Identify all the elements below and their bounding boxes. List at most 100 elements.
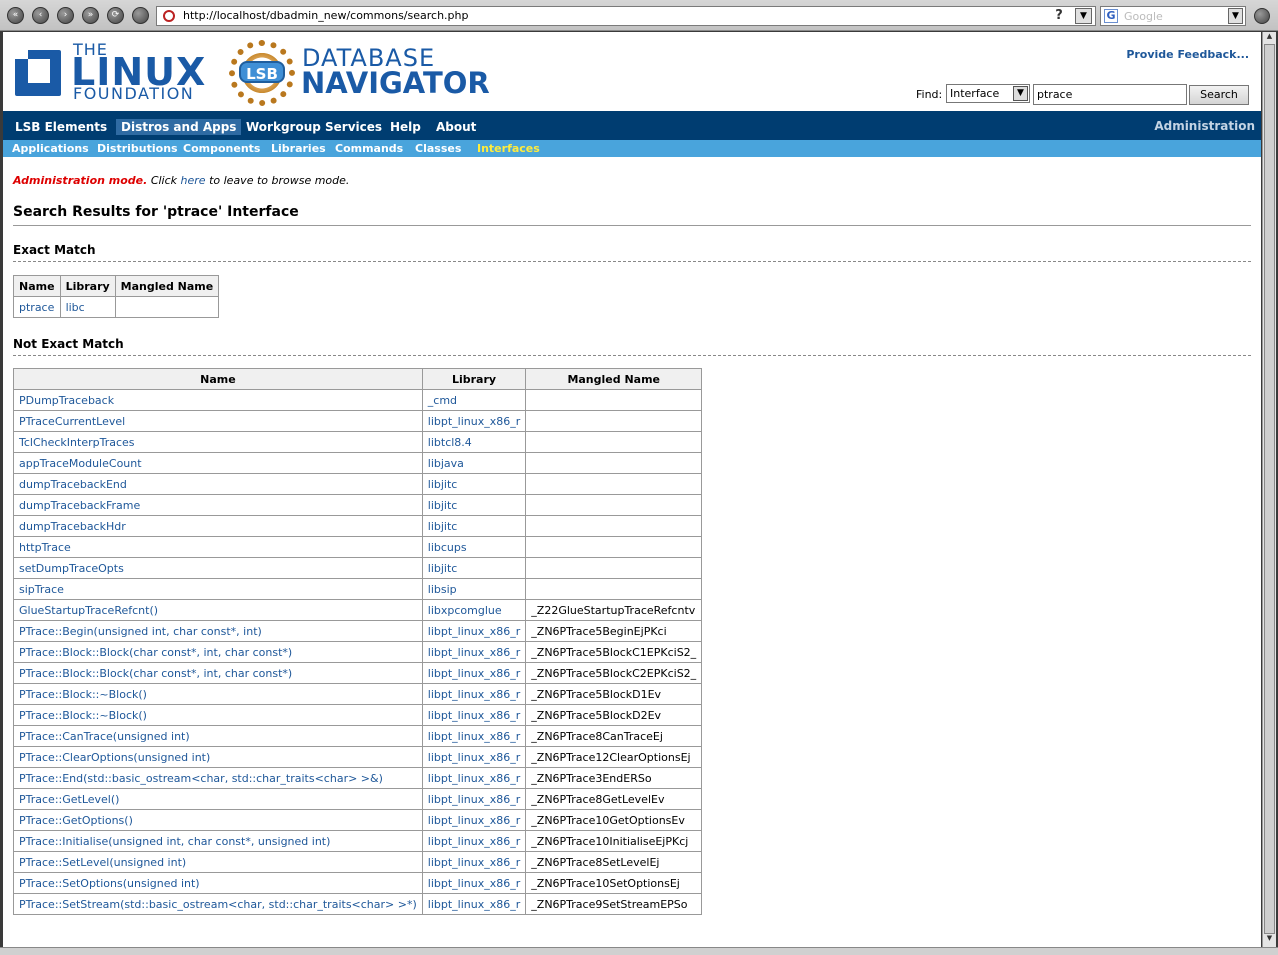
interface-link[interactable]: httpTrace	[19, 541, 71, 554]
library-link[interactable]: libc	[66, 301, 85, 314]
table-row: httpTrace libcups	[13, 536, 703, 558]
scroll-up-icon[interactable]: ▲	[1264, 32, 1275, 43]
interface-link[interactable]: PTrace::SetLevel(unsigned int)	[19, 856, 186, 869]
chevron-down-icon: ▼	[1013, 86, 1028, 101]
vertical-scrollbar[interactable]: ▲ ▼	[1262, 32, 1276, 947]
library-link[interactable]: libjitc	[428, 520, 458, 533]
forward-icon[interactable]: ›	[57, 7, 74, 24]
interface-link[interactable]: sipTrace	[19, 583, 64, 596]
back-single-icon[interactable]: ‹	[32, 7, 49, 24]
menu-help[interactable]: Help	[385, 119, 426, 135]
interface-link[interactable]: PTrace::Block::~Block()	[19, 688, 147, 701]
mangled-cell: _ZN6PTrace3EndERSo	[525, 767, 703, 789]
interface-link[interactable]: PTrace::Block::Block(char const*, int, c…	[19, 646, 292, 659]
library-link[interactable]: libpt_linux_x86_r	[428, 856, 521, 869]
exact-match-divider	[13, 261, 1251, 262]
library-link[interactable]: libjitc	[428, 562, 458, 575]
menu-distros-and-apps[interactable]: Distros and Apps	[116, 119, 242, 135]
library-link[interactable]: libpt_linux_x86_r	[428, 751, 521, 764]
library-cell: libjava	[421, 452, 527, 474]
scroll-down-icon[interactable]: ▼	[1264, 934, 1275, 945]
name-cell: ptrace	[13, 296, 61, 318]
search-button[interactable]: Search	[1189, 85, 1249, 105]
interface-link[interactable]: PTrace::ClearOptions(unsigned int)	[19, 751, 210, 764]
library-link[interactable]: libpt_linux_x86_r	[428, 814, 521, 827]
interface-link[interactable]: dumpTracebackEnd	[19, 478, 127, 491]
database-navigator-logo[interactable]: LSB DATABASE NAVIGATOR	[225, 36, 495, 108]
go-icon[interactable]	[1254, 8, 1270, 24]
library-link[interactable]: libjitc	[428, 499, 458, 512]
interface-link[interactable]: GlueStartupTraceRefcnt()	[19, 604, 158, 617]
submenu-components[interactable]: Components	[183, 142, 260, 155]
search-engine-dropdown-icon[interactable]: ▼	[1228, 8, 1243, 24]
table-row: dumpTracebackFrame libjitc	[13, 494, 703, 516]
interface-link[interactable]: ptrace	[19, 301, 54, 314]
interface-link[interactable]: PDumpTraceback	[19, 394, 114, 407]
history-dropdown-icon[interactable]: ▼	[1075, 8, 1092, 24]
back-icon[interactable]: «	[7, 7, 24, 24]
library-link[interactable]: libjitc	[428, 478, 458, 491]
library-link[interactable]: libcups	[428, 541, 467, 554]
interface-link[interactable]: PTrace::SetStream(std::basic_ostream<cha…	[19, 898, 417, 911]
interface-link[interactable]: PTrace::Initialise(unsigned int, char co…	[19, 835, 330, 848]
library-link[interactable]: libpt_linux_x86_r	[428, 877, 521, 890]
library-link[interactable]: libpt_linux_x86_r	[428, 667, 521, 680]
library-link[interactable]: libpt_linux_x86_r	[428, 772, 521, 785]
search-input[interactable]: ptrace	[1033, 84, 1187, 105]
library-link[interactable]: libsip	[428, 583, 457, 596]
library-link[interactable]: libpt_linux_x86_r	[428, 415, 521, 428]
interface-link[interactable]: PTraceCurrentLevel	[19, 415, 125, 428]
interface-link[interactable]: PTrace::SetOptions(unsigned int)	[19, 877, 200, 890]
interface-link[interactable]: PTrace::GetLevel()	[19, 793, 119, 806]
leave-admin-link[interactable]: here	[181, 174, 206, 187]
interface-link[interactable]: PTrace::Begin(unsigned int, char const*,…	[19, 625, 262, 638]
library-link[interactable]: libpt_linux_x86_r	[428, 835, 521, 848]
submenu-applications[interactable]: Applications	[12, 142, 89, 155]
interface-link[interactable]: setDumpTraceOpts	[19, 562, 124, 575]
reload-icon[interactable]: ⟳	[107, 7, 124, 24]
find-type-select[interactable]: Interface ▼	[946, 84, 1030, 103]
favicon-icon	[163, 10, 175, 22]
name-cell: PDumpTraceback	[13, 389, 423, 411]
library-link[interactable]: libjava	[428, 457, 464, 470]
library-link[interactable]: libpt_linux_x86_r	[428, 625, 521, 638]
help-icon[interactable]: ?	[1051, 8, 1067, 24]
interface-link[interactable]: dumpTracebackFrame	[19, 499, 140, 512]
address-bar[interactable]: http://localhost/dbadmin_new/commons/sea…	[156, 6, 1096, 26]
linux-foundation-logo[interactable]: THE LINUX FOUNDATION	[15, 40, 210, 104]
submenu-distributions[interactable]: Distributions	[97, 142, 178, 155]
provide-feedback-link[interactable]: Provide Feedback...	[1126, 48, 1249, 61]
submenu-classes[interactable]: Classes	[415, 142, 461, 155]
menu-administration[interactable]: Administration	[1154, 119, 1255, 133]
library-link[interactable]: libpt_linux_x86_r	[428, 793, 521, 806]
browser-search-box[interactable]: G Google ▼	[1100, 6, 1246, 26]
fast-forward-icon[interactable]: »	[82, 7, 99, 24]
name-cell: dumpTracebackEnd	[13, 473, 423, 495]
table-row: setDumpTraceOpts libjitc	[13, 557, 703, 579]
library-link[interactable]: libpt_linux_x86_r	[428, 730, 521, 743]
library-link[interactable]: _cmd	[428, 394, 457, 407]
interface-link[interactable]: PTrace::CanTrace(unsigned int)	[19, 730, 190, 743]
library-link[interactable]: libpt_linux_x86_r	[428, 646, 521, 659]
stop-icon[interactable]	[132, 7, 149, 24]
library-link[interactable]: libxpcomglue	[428, 604, 502, 617]
interface-link[interactable]: PTrace::End(std::basic_ostream<char, std…	[19, 772, 383, 785]
menu-about[interactable]: About	[431, 119, 481, 135]
library-link[interactable]: libtcl8.4	[428, 436, 472, 449]
interface-link[interactable]: appTraceModuleCount	[19, 457, 142, 470]
interface-link[interactable]: PTrace::GetOptions()	[19, 814, 133, 827]
library-link[interactable]: libpt_linux_x86_r	[428, 709, 521, 722]
submenu-libraries[interactable]: Libraries	[271, 142, 326, 155]
interface-link[interactable]: PTrace::Block::~Block()	[19, 709, 147, 722]
menu-workgroup-services[interactable]: Workgroup Services	[241, 119, 387, 135]
submenu-commands[interactable]: Commands	[335, 142, 403, 155]
interface-link[interactable]: PTrace::Block::Block(char const*, int, c…	[19, 667, 292, 680]
name-cell: TclCheckInterpTraces	[13, 431, 423, 453]
interface-link[interactable]: dumpTracebackHdr	[19, 520, 126, 533]
interface-link[interactable]: TclCheckInterpTraces	[19, 436, 135, 449]
library-link[interactable]: libpt_linux_x86_r	[428, 688, 521, 701]
scrollbar-thumb[interactable]	[1264, 44, 1275, 934]
submenu-interfaces[interactable]: Interfaces	[477, 142, 540, 155]
library-link[interactable]: libpt_linux_x86_r	[428, 898, 521, 911]
menu-lsb-elements[interactable]: LSB Elements	[10, 119, 112, 135]
